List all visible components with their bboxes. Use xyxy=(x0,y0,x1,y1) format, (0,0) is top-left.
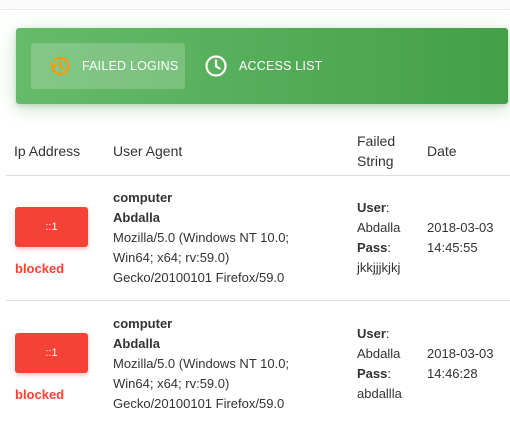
top-strip xyxy=(0,0,510,10)
user-line: User: xyxy=(357,326,390,341)
time-value: 14:46:28 xyxy=(427,366,478,381)
column-header-failed-string-line2: String xyxy=(357,153,394,169)
status-badge: blocked xyxy=(15,261,65,276)
user-label: User xyxy=(357,200,386,215)
ip-address-button[interactable]: ::1 xyxy=(15,333,88,373)
date-cell: 2018-03-03 14:46:28 xyxy=(427,344,509,384)
ua-line: Gecko/20100101 Firefox/59.0 xyxy=(113,396,285,411)
user-value: Abdalla xyxy=(357,346,401,361)
ua-line: Win64; x64; rv:59.0) xyxy=(113,376,230,391)
failed-string-cell: User: Abdalla Pass: abdallla xyxy=(357,324,421,404)
user-agent-cell: computer Abdalla Mozilla/5.0 (Windows NT… xyxy=(113,314,313,414)
column-header-failed-string: Failed String xyxy=(357,131,395,171)
clock-icon xyxy=(203,53,229,79)
tabs-bar: FAILED LOGINS ACCESS LIST xyxy=(16,28,508,104)
pass-value: abdallla xyxy=(357,386,402,401)
ua-line: Gecko/20100101 Firefox/59.0 xyxy=(113,270,285,285)
pass-line: Pass: xyxy=(357,366,391,381)
pass-line: Pass: xyxy=(357,240,391,255)
column-header-date: Date xyxy=(427,143,457,159)
ua-line: Mozilla/5.0 (Windows NT 10.0; xyxy=(113,356,290,371)
status-badge: blocked xyxy=(15,387,65,402)
ua-user: Abdalla xyxy=(113,336,160,351)
date-value: 2018-03-03 xyxy=(427,220,494,235)
time-value: 14:45:55 xyxy=(427,240,478,255)
tab-access-list[interactable]: ACCESS LIST xyxy=(198,43,348,89)
date-value: 2018-03-03 xyxy=(427,346,494,361)
column-header-failed-string-line1: Failed xyxy=(357,133,396,149)
pass-label: Pass xyxy=(357,240,388,255)
tab-failed-logins[interactable]: FAILED LOGINS xyxy=(31,43,185,89)
pass-value: jkkjjjkjkj xyxy=(357,260,401,275)
row-divider xyxy=(6,300,510,301)
ua-user: Abdalla xyxy=(113,210,160,225)
ua-line: Mozilla/5.0 (Windows NT 10.0; xyxy=(113,230,290,245)
failed-logins-card: FAILED LOGINS ACCESS LIST Ip Address Use… xyxy=(0,0,510,426)
header-divider xyxy=(6,175,510,176)
ip-address-button[interactable]: ::1 xyxy=(15,207,88,247)
ua-host: computer xyxy=(113,316,173,331)
failed-string-cell: User: Abdalla Pass: jkkjjjkjkj xyxy=(357,198,421,278)
ua-line: Win64; x64; rv:59.0) xyxy=(113,250,230,265)
column-header-user-agent: User Agent xyxy=(113,143,183,159)
user-line: User: xyxy=(357,200,390,215)
user-label: User xyxy=(357,326,386,341)
pass-label: Pass xyxy=(357,366,388,381)
tab-access-list-label: ACCESS LIST xyxy=(239,59,323,73)
date-cell: 2018-03-03 14:45:55 xyxy=(427,218,509,258)
history-icon xyxy=(46,53,72,79)
user-agent-cell: computer Abdalla Mozilla/5.0 (Windows NT… xyxy=(113,188,313,288)
ua-host: computer xyxy=(113,190,173,205)
column-header-ip: Ip Address xyxy=(14,143,81,159)
tab-failed-logins-label: FAILED LOGINS xyxy=(82,59,179,73)
user-value: Abdalla xyxy=(357,220,401,235)
